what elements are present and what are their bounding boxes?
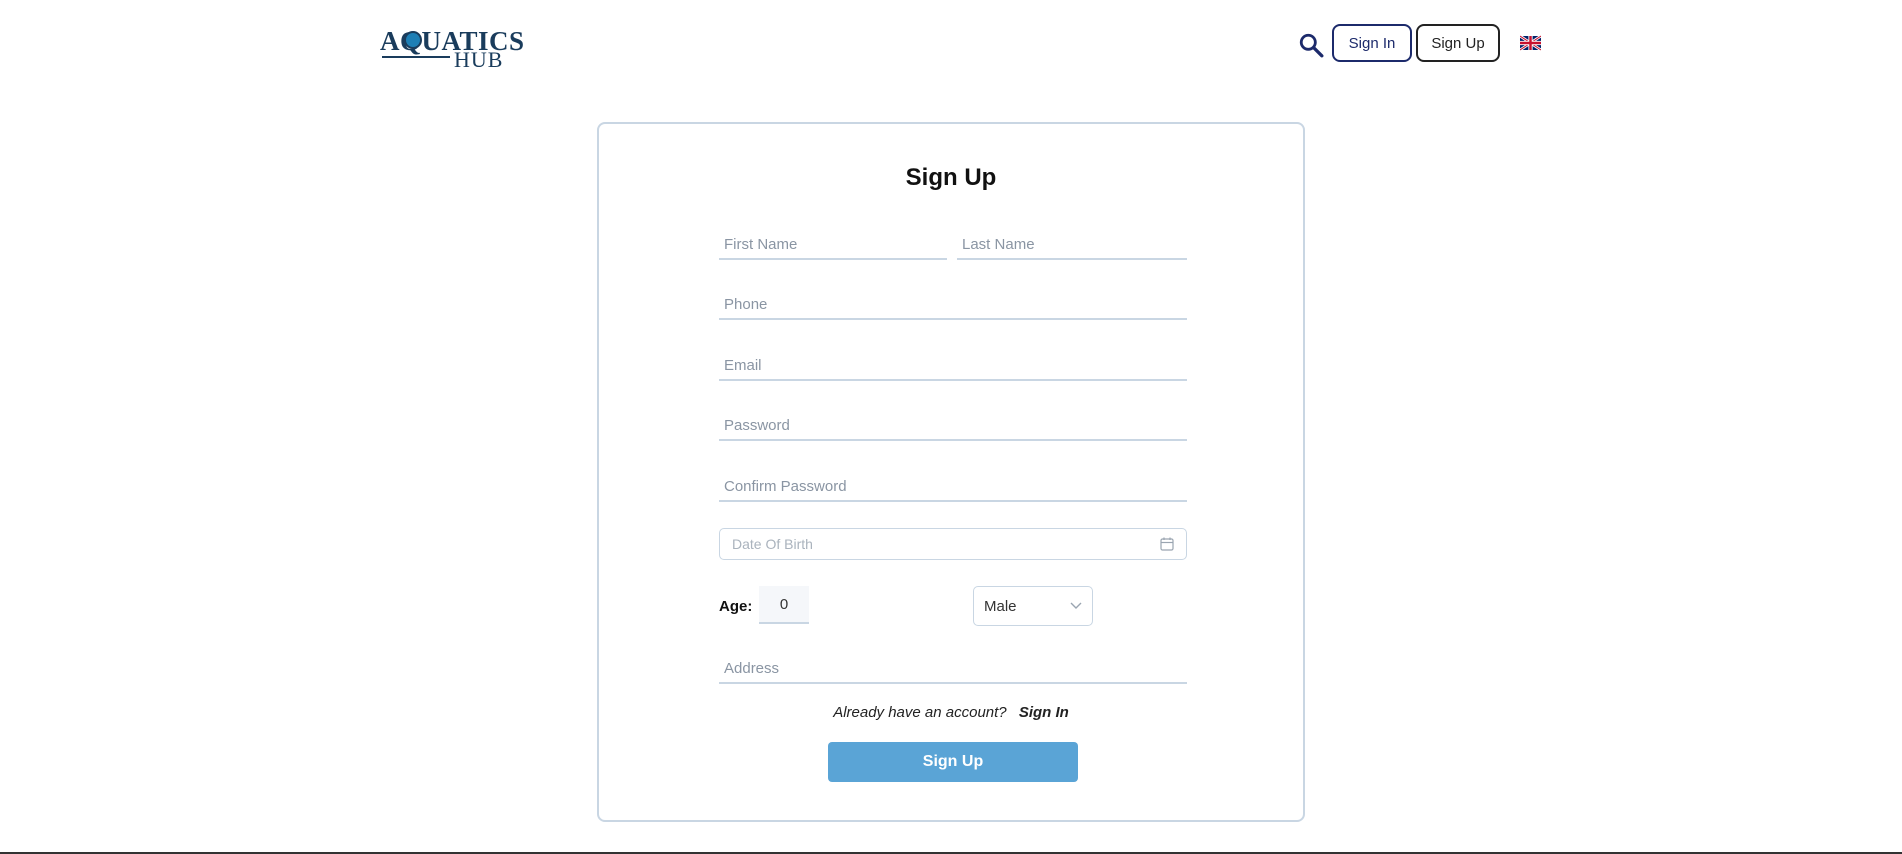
last-name-input[interactable] (957, 230, 1187, 258)
age-label: Age: (719, 598, 753, 615)
address-field[interactable] (719, 654, 1187, 684)
logo-sub-text: HUB (454, 47, 504, 72)
form-title: Sign Up (905, 164, 997, 191)
header-signup-button[interactable]: Sign Up (1416, 24, 1500, 62)
date-of-birth-placeholder: Date Of Birth (732, 536, 813, 552)
phone-field[interactable] (719, 290, 1187, 320)
signup-submit-button[interactable]: Sign Up (828, 742, 1078, 782)
gender-select[interactable]: Male (973, 586, 1093, 626)
already-account-row: Already have an account? Sign In (599, 704, 1303, 721)
confirm-password-field[interactable] (719, 472, 1187, 502)
phone-input[interactable] (719, 290, 1187, 318)
search-icon[interactable] (1298, 32, 1324, 58)
calendar-icon[interactable] (1160, 537, 1174, 551)
first-name-input[interactable] (719, 230, 947, 258)
email-field[interactable] (719, 351, 1187, 381)
header: AQUATICS HUB Sign In Sign Up (0, 0, 1902, 90)
first-name-field[interactable] (719, 230, 947, 260)
signup-card: Sign Up Date Of Birth Age: 0 Male (597, 122, 1305, 822)
email-input[interactable] (719, 351, 1187, 379)
aquatics-hub-logo[interactable]: AQUATICS HUB (380, 26, 524, 72)
date-of-birth-picker[interactable]: Date Of Birth (719, 528, 1187, 560)
password-input[interactable] (719, 411, 1187, 439)
address-input[interactable] (719, 654, 1187, 682)
logo-underline (382, 56, 450, 58)
logo-wave-icon (404, 31, 422, 49)
uk-flag-icon[interactable] (1520, 35, 1541, 51)
already-account-text: Already have an account? (833, 704, 1007, 721)
header-signin-button[interactable]: Sign In (1332, 24, 1412, 62)
gender-value: Male (984, 597, 1017, 615)
last-name-field[interactable] (957, 230, 1187, 260)
age-input[interactable]: 0 (759, 586, 809, 624)
chevron-down-icon (1070, 602, 1082, 609)
password-field[interactable] (719, 411, 1187, 441)
confirm-password-input[interactable] (719, 472, 1187, 500)
signin-link[interactable]: Sign In (1019, 704, 1069, 721)
